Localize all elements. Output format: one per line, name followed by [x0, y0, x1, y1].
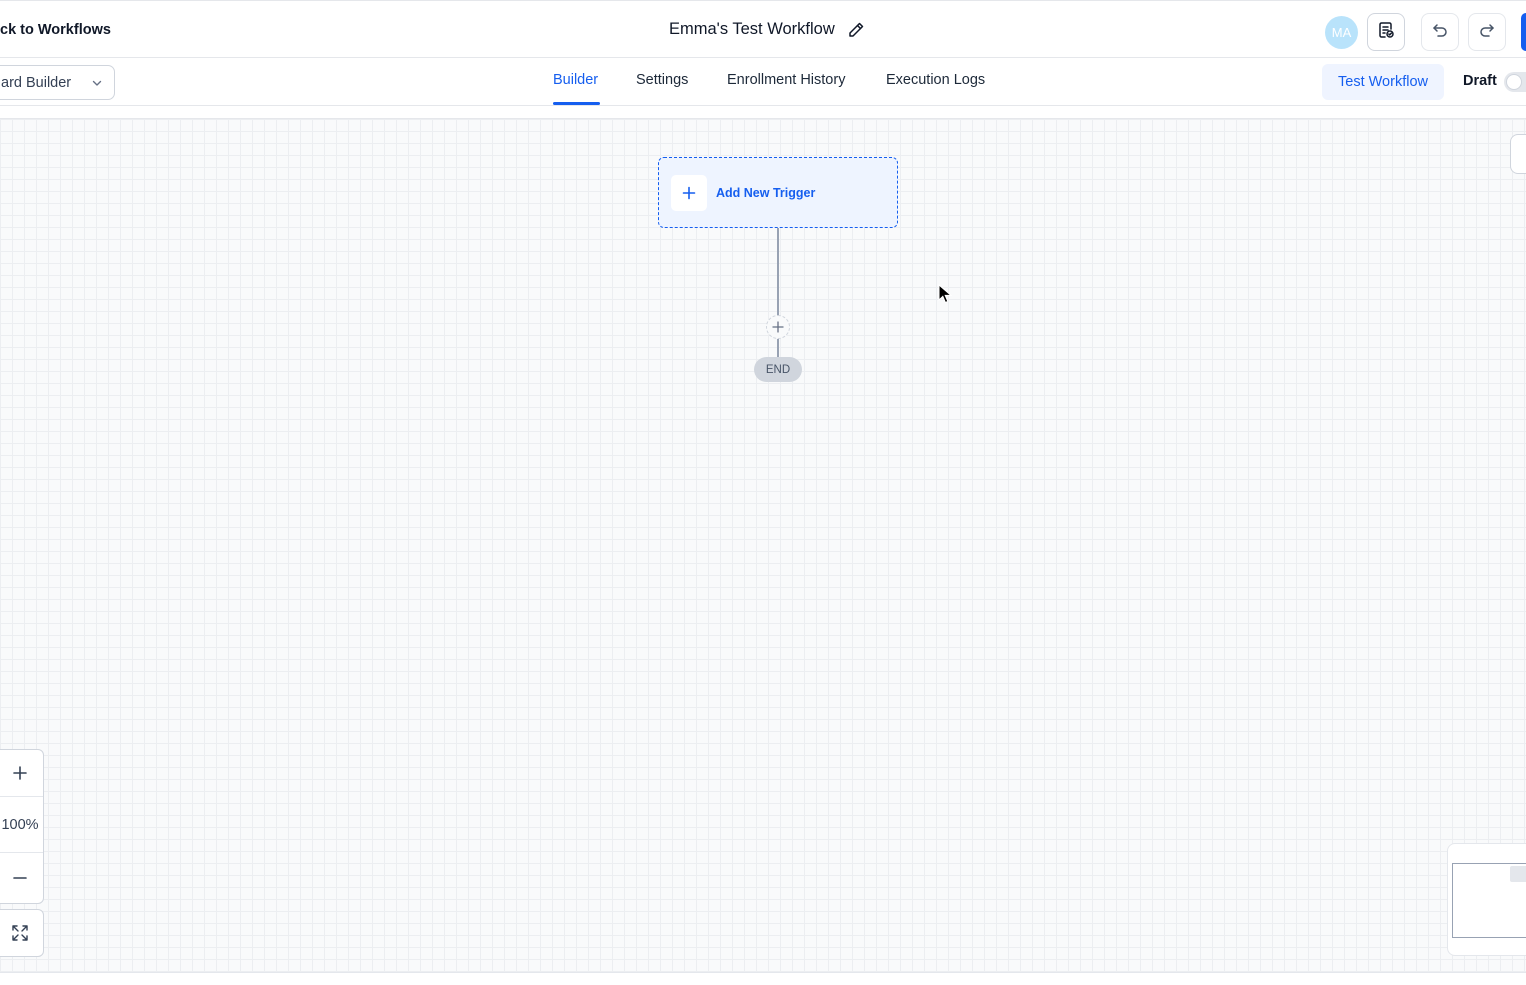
back-to-workflows-link[interactable]: ck to Workflows	[0, 22, 111, 38]
status-label: Draft	[1463, 73, 1497, 89]
undo-icon	[1431, 21, 1449, 44]
publish-toggle[interactable]	[1504, 72, 1526, 92]
minus-icon	[12, 870, 28, 886]
zoom-in-button[interactable]	[0, 750, 43, 797]
pencil-icon[interactable]	[847, 21, 865, 39]
add-trigger-card[interactable]: Add New Trigger	[658, 157, 898, 228]
publish-button-edge[interactable]	[1521, 13, 1526, 51]
workflow-canvas[interactable]	[0, 118, 1526, 973]
builder-type-select[interactable]: ard Builder	[0, 65, 115, 100]
tab-enrollment-history[interactable]: Enrollment History	[727, 72, 845, 88]
top-header: ck to Workflows Emma's Test Workflow MA	[0, 0, 1526, 58]
builder-type-value: ard Builder	[1, 74, 72, 91]
add-action-button[interactable]	[766, 315, 790, 339]
tab-execution-logs[interactable]: Execution Logs	[886, 72, 985, 88]
plus-icon	[772, 321, 784, 333]
expand-icon	[11, 924, 29, 942]
end-node: END	[754, 357, 802, 382]
test-workflow-button[interactable]: Test Workflow	[1322, 64, 1444, 100]
plus-icon	[671, 174, 707, 211]
minimap-node	[1510, 866, 1526, 882]
minimap[interactable]	[1447, 843, 1526, 956]
notes-check-icon	[1376, 20, 1396, 45]
active-tab-indicator	[553, 102, 600, 105]
workflow-title-group: Emma's Test Workflow	[669, 20, 865, 39]
tab-settings[interactable]: Settings	[636, 72, 688, 88]
side-panel-toggle-button[interactable]	[1510, 134, 1526, 174]
workflow-title: Emma's Test Workflow	[669, 20, 835, 38]
zoom-level: 100%	[0, 797, 43, 853]
tab-builder[interactable]: Builder	[553, 72, 598, 88]
add-trigger-label: Add New Trigger	[716, 185, 816, 200]
toggle-knob	[1506, 74, 1522, 90]
canvas-divider	[0, 972, 1526, 973]
sub-header: ard Builder Builder Settings Enrollment …	[0, 58, 1526, 106]
zoom-out-button[interactable]	[0, 853, 43, 903]
zoom-controls: 100%	[0, 749, 44, 904]
chevron-down-icon	[90, 76, 104, 90]
fit-view-button[interactable]	[0, 909, 44, 957]
redo-icon	[1478, 21, 1496, 44]
undo-button[interactable]	[1421, 13, 1459, 51]
notes-check-button[interactable]	[1367, 13, 1405, 51]
plus-icon	[12, 765, 28, 781]
redo-button[interactable]	[1468, 13, 1506, 51]
avatar[interactable]: MA	[1325, 16, 1358, 49]
mouse-cursor-icon	[938, 283, 953, 304]
